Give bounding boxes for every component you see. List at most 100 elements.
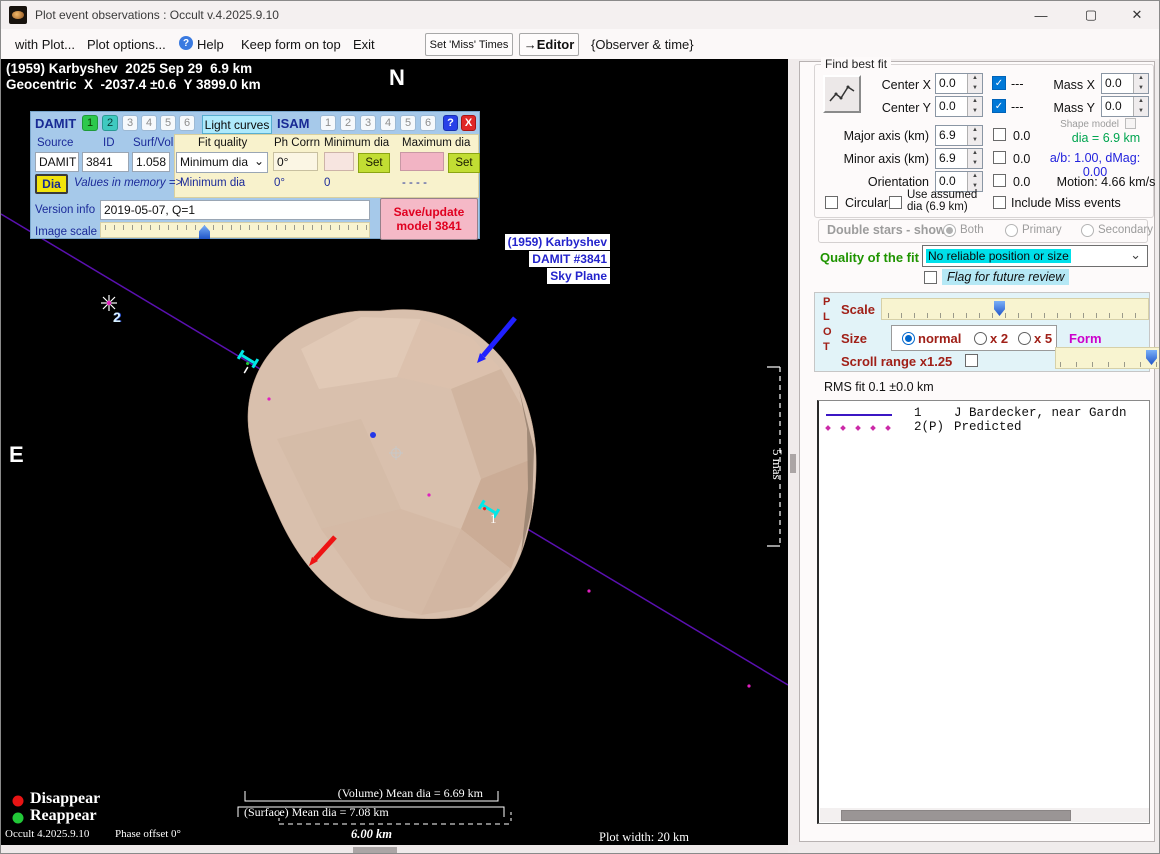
quality-combobox[interactable]: No reliable position or size ⌄ bbox=[922, 245, 1148, 267]
editor-button[interactable]: →Editor bbox=[519, 33, 579, 56]
center-y-fit-checkbox[interactable]: ✓ bbox=[992, 99, 1006, 113]
spinner-up-icon[interactable]: ▲ bbox=[968, 97, 982, 107]
minor-axis-spinner[interactable]: 6.9 ▲▼ bbox=[935, 148, 983, 169]
light-curves-button[interactable]: Light curves bbox=[202, 115, 272, 134]
menu-help[interactable]: Help bbox=[197, 37, 224, 52]
list-hscrollbar[interactable] bbox=[820, 808, 1149, 822]
mass-x-spinner[interactable]: 0.0 ▲▼ bbox=[1101, 73, 1149, 94]
help-icon[interactable]: ? bbox=[179, 36, 193, 50]
list-hscrollbar-thumb[interactable] bbox=[841, 810, 1071, 821]
spinner-up-icon[interactable]: ▲ bbox=[968, 126, 982, 136]
close-icon[interactable]: ✕ bbox=[1115, 1, 1159, 29]
set-miss-times-button[interactable]: Set 'Miss' Times bbox=[425, 33, 513, 56]
set-min-dia-button[interactable]: Set bbox=[358, 153, 390, 173]
isam-tab-4[interactable]: 4 bbox=[380, 115, 396, 131]
fit-chart-button[interactable] bbox=[823, 75, 861, 113]
menu-with-plot[interactable]: with Plot... bbox=[15, 37, 75, 52]
observation-row-name[interactable]: J Bardecker, near Gardn bbox=[954, 406, 1127, 420]
memory-fit-quality: Minimum dia bbox=[180, 177, 245, 189]
spinner-down-icon[interactable]: ▼ bbox=[1134, 84, 1148, 94]
plot-vscrollbar[interactable] bbox=[789, 59, 798, 845]
fit-quality-dropdown[interactable]: Minimum dia ⌄ bbox=[176, 152, 268, 173]
isam-tab-6[interactable]: 6 bbox=[420, 115, 436, 131]
observation-row-num[interactable]: 2(P) bbox=[914, 420, 944, 434]
observations-list[interactable]: 1 J Bardecker, near Gardn 2(P) Predicted bbox=[817, 400, 1150, 824]
isam-tab-3[interactable]: 3 bbox=[360, 115, 376, 131]
max-dia-field[interactable] bbox=[400, 152, 444, 171]
center-x-fit-checkbox[interactable]: ✓ bbox=[992, 76, 1006, 90]
set-max-dia-button[interactable]: Set bbox=[448, 153, 480, 173]
menu-keep-on-top[interactable]: Keep form on top bbox=[241, 37, 341, 52]
spinner-down-icon[interactable]: ▼ bbox=[968, 159, 982, 169]
damit-tab-2[interactable]: 2 bbox=[102, 115, 118, 131]
title-bar: Plot event observations : Occult v.4.202… bbox=[1, 1, 1159, 30]
form-opacity-slider[interactable] bbox=[1055, 347, 1160, 369]
flag-review-checkbox[interactable] bbox=[924, 271, 937, 284]
spinner-up-icon[interactable]: ▲ bbox=[968, 172, 982, 182]
minor-axis-label: Minor axis (km) bbox=[841, 152, 929, 166]
spinner-up-icon[interactable]: ▲ bbox=[1134, 97, 1148, 107]
surfvol-field[interactable]: 1.058 bbox=[132, 152, 170, 172]
size-x5-radio[interactable] bbox=[1018, 332, 1031, 345]
orientation-checkbox[interactable] bbox=[993, 174, 1006, 187]
major-axis-spinner[interactable]: 6.9 ▲▼ bbox=[935, 125, 983, 146]
version-info-field[interactable]: 2019-05-07, Q=1 bbox=[100, 200, 370, 220]
spinner-down-icon[interactable]: ▼ bbox=[1134, 107, 1148, 117]
menu-exit[interactable]: Exit bbox=[353, 37, 375, 52]
damit-close-button[interactable]: X bbox=[461, 115, 476, 131]
isam-tab-1[interactable]: 1 bbox=[320, 115, 336, 131]
center-y-spinner[interactable]: 0.0 ▲▼ bbox=[935, 96, 983, 117]
observation-row-name[interactable]: Predicted bbox=[954, 420, 1022, 434]
minor-axis-checkbox[interactable] bbox=[993, 151, 1006, 164]
find-best-fit-group: Find best fit Center X 0.0 ▲▼ ✓ --- Mass… bbox=[814, 64, 1154, 218]
plot-vscrollbar-thumb[interactable] bbox=[790, 454, 796, 473]
id-field[interactable]: 3841 bbox=[82, 152, 129, 172]
damit-help-button[interactable]: ? bbox=[443, 115, 458, 131]
min-dia-field[interactable] bbox=[324, 152, 354, 171]
spinner-up-icon[interactable]: ▲ bbox=[968, 149, 982, 159]
use-assumed-dia-checkbox[interactable] bbox=[889, 196, 902, 209]
minimize-icon[interactable]: — bbox=[1019, 1, 1063, 29]
spinner-up-icon[interactable]: ▲ bbox=[1134, 74, 1148, 84]
circular-checkbox[interactable] bbox=[825, 196, 838, 209]
dia-button[interactable]: Dia bbox=[35, 174, 68, 194]
size-normal-radio[interactable] bbox=[902, 332, 915, 345]
include-miss-checkbox[interactable] bbox=[993, 196, 1006, 209]
isam-tab-2[interactable]: 2 bbox=[340, 115, 356, 131]
major-axis-checkbox[interactable] bbox=[993, 128, 1006, 141]
damit-tab-4[interactable]: 4 bbox=[141, 115, 157, 131]
double-stars-both-radio[interactable] bbox=[943, 224, 956, 237]
damit-title: DAMIT bbox=[35, 116, 76, 131]
major-axis-aux: 0.0 bbox=[1013, 129, 1030, 143]
spinner-down-icon[interactable]: ▼ bbox=[968, 136, 982, 146]
damit-tab-6[interactable]: 6 bbox=[179, 115, 195, 131]
ph-corrn-field[interactable]: 0° bbox=[273, 152, 318, 171]
chevron-down-icon[interactable]: ⌄ bbox=[1130, 247, 1141, 263]
center-x-spinner[interactable]: 0.0 ▲▼ bbox=[935, 73, 983, 94]
shape-model-checkbox[interactable] bbox=[1125, 118, 1136, 129]
scroll-range-checkbox[interactable] bbox=[965, 354, 978, 367]
maximize-icon[interactable]: ▢ bbox=[1069, 1, 1113, 29]
isam-tab-5[interactable]: 5 bbox=[400, 115, 416, 131]
image-scale-slider[interactable] bbox=[100, 222, 370, 238]
damit-tab-3[interactable]: 3 bbox=[122, 115, 138, 131]
save-update-model-button[interactable]: Save/update model 3841 bbox=[380, 198, 478, 240]
observation-row-num[interactable]: 1 bbox=[914, 406, 922, 420]
plot-hscrollbar[interactable] bbox=[1, 845, 788, 854]
damit-tab-5[interactable]: 5 bbox=[160, 115, 176, 131]
size-x2-radio[interactable] bbox=[974, 332, 987, 345]
source-field[interactable]: DAMIT bbox=[35, 152, 79, 172]
damit-tab-1[interactable]: 1 bbox=[82, 115, 98, 131]
chevron-down-icon[interactable]: ⌄ bbox=[254, 153, 264, 169]
plot-hscrollbar-thumb[interactable] bbox=[353, 847, 397, 854]
spinner-up-icon[interactable]: ▲ bbox=[968, 74, 982, 84]
spinner-down-icon[interactable]: ▼ bbox=[968, 84, 982, 94]
sky-plane-plot[interactable]: 5 mas (1959) Karbyshev 2025 Sep 29 6.9 k… bbox=[1, 59, 788, 845]
occult-version-label: Occult 4.2025.9.10 bbox=[5, 828, 89, 840]
scale-slider[interactable] bbox=[881, 298, 1149, 320]
double-stars-primary-radio[interactable] bbox=[1005, 224, 1018, 237]
spinner-down-icon[interactable]: ▼ bbox=[968, 107, 982, 117]
menu-plot-options[interactable]: Plot options... bbox=[87, 37, 166, 52]
mass-y-spinner[interactable]: 0.0 ▲▼ bbox=[1101, 96, 1149, 117]
double-stars-secondary-radio[interactable] bbox=[1081, 224, 1094, 237]
